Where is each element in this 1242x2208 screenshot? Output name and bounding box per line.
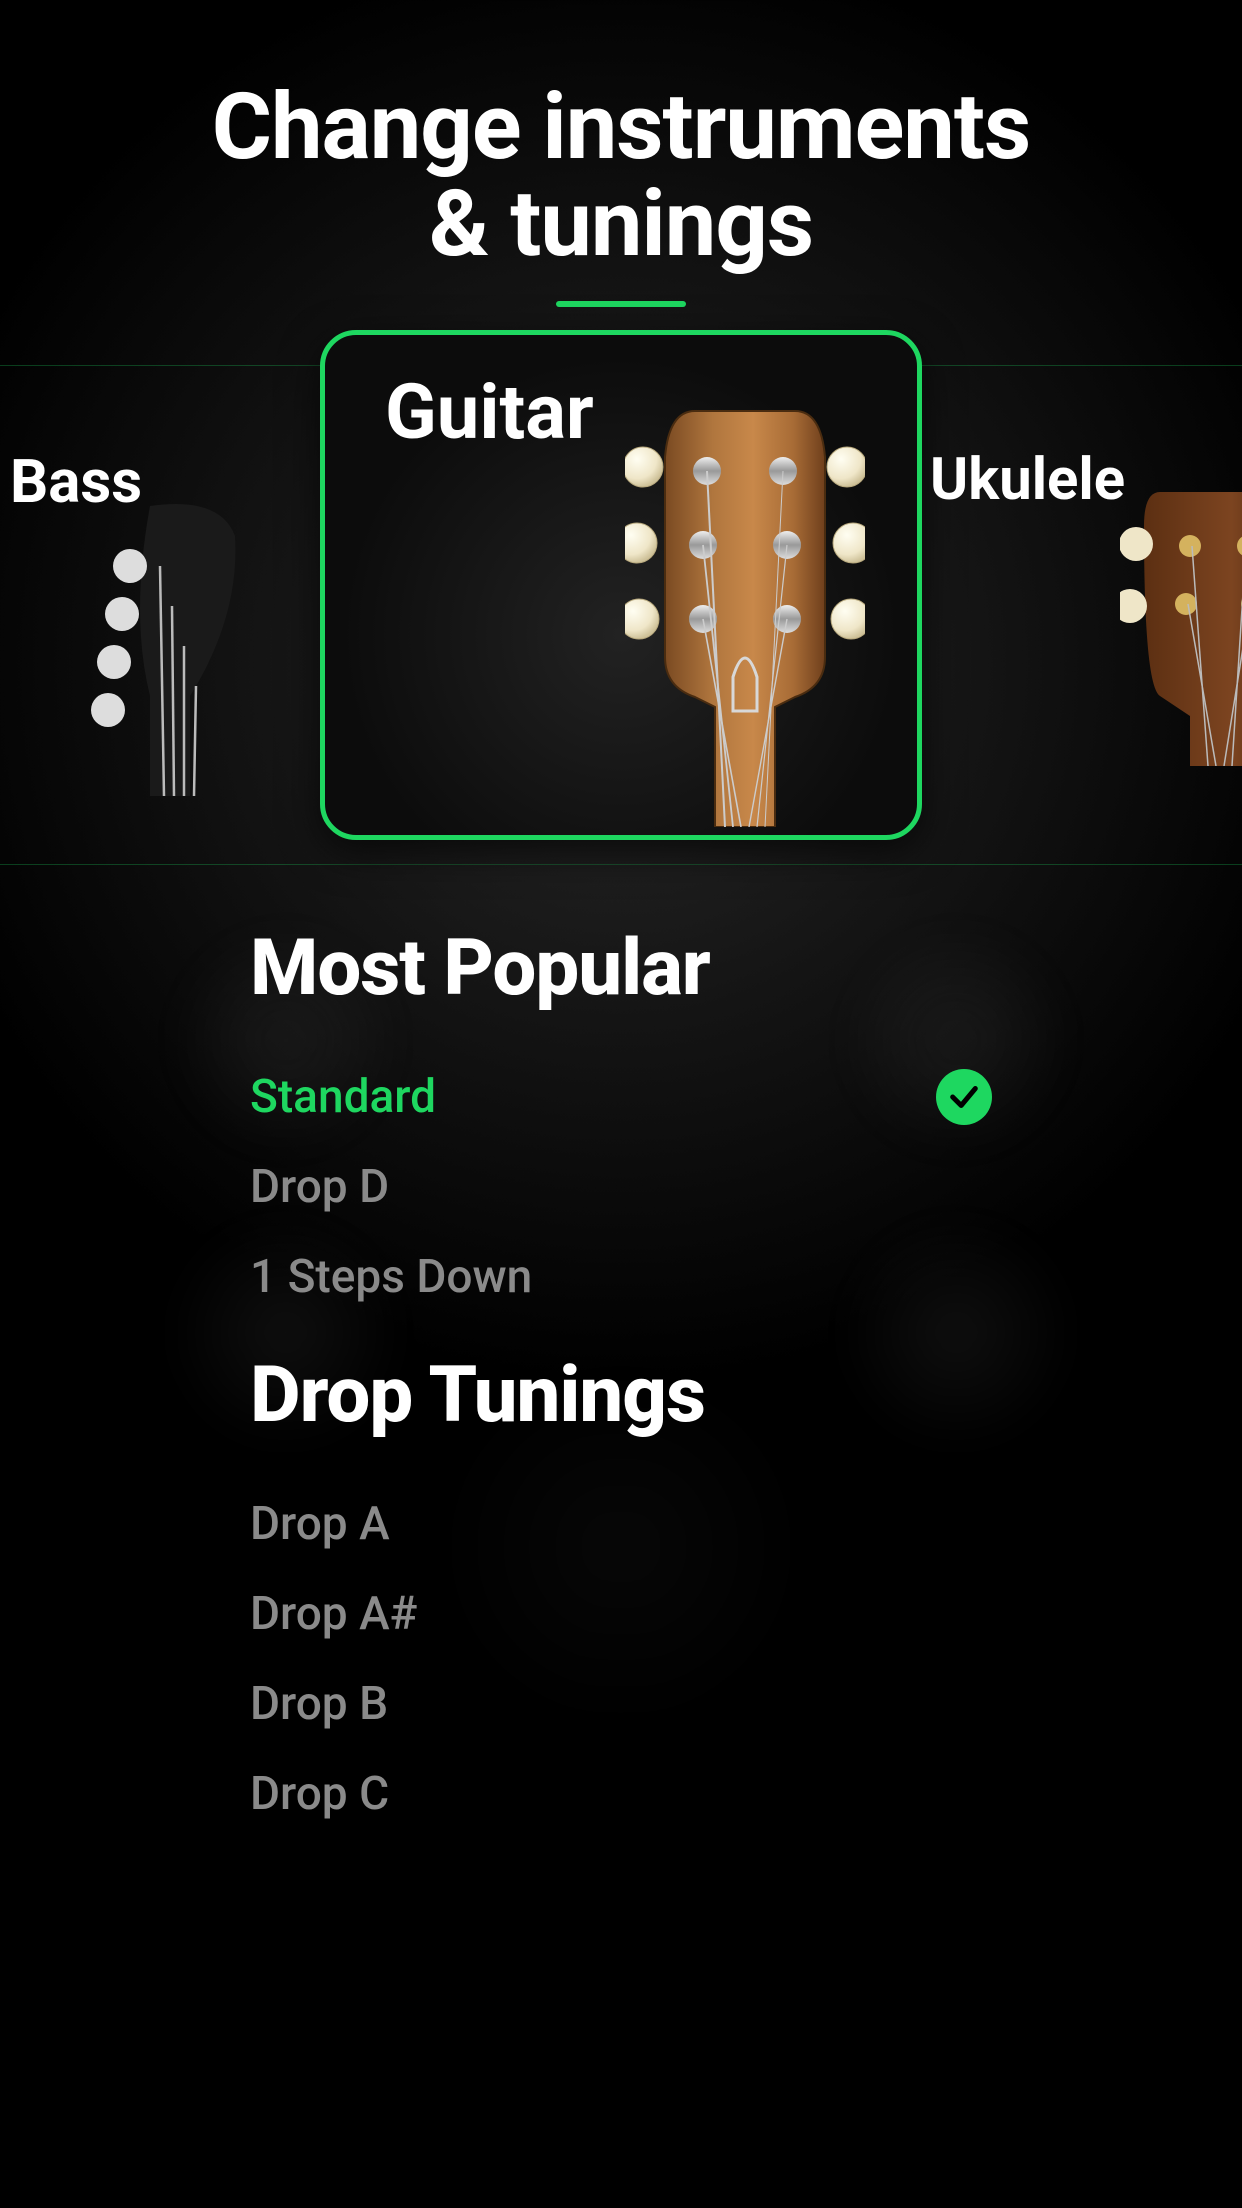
section-title: Drop Tunings xyxy=(250,1350,992,1441)
tuning-row[interactable]: 1 Steps Down xyxy=(250,1232,992,1322)
title-underline xyxy=(556,301,686,307)
tuning-label: Drop D xyxy=(250,1160,389,1214)
instrument-label: Ukulele xyxy=(930,446,1125,514)
tuning-label: Drop A xyxy=(250,1497,390,1551)
checkmark-icon xyxy=(936,1069,992,1125)
bass-headstock-icon xyxy=(90,496,270,800)
instrument-card-bass[interactable]: Bass xyxy=(0,436,350,796)
title-line-2: & tunings xyxy=(429,171,813,278)
tuning-row[interactable]: Drop D xyxy=(250,1142,992,1232)
tuning-row[interactable]: Drop A# xyxy=(250,1569,992,1659)
instrument-carousel[interactable]: Bass Guitar xyxy=(0,365,1242,865)
title-line-1: Change instruments xyxy=(212,74,1031,181)
tuning-row[interactable]: Drop A xyxy=(250,1479,992,1569)
instrument-card-ukulele[interactable]: Ukulele xyxy=(930,436,1242,796)
tunings-list: Most Popular Standard Drop D 1 Steps Down Dr… xyxy=(0,865,1242,1839)
tuning-row[interactable]: Drop B xyxy=(250,1659,992,1749)
tuning-label: 1 Steps Down xyxy=(250,1250,532,1304)
section-title: Most Popular xyxy=(250,923,992,1014)
guitar-headstock-icon xyxy=(625,407,865,831)
instrument-card-guitar[interactable]: Guitar xyxy=(320,330,922,840)
carousel-track: Bass Guitar xyxy=(0,366,1242,864)
tuning-label: Drop A# xyxy=(250,1587,417,1641)
ukulele-headstock-icon xyxy=(1120,486,1242,770)
tuning-label: Drop B xyxy=(250,1677,388,1731)
tuning-row[interactable]: Drop C xyxy=(250,1749,992,1839)
tuning-row[interactable]: Standard xyxy=(250,1052,992,1142)
tuning-label: Standard xyxy=(250,1070,436,1124)
header: Change instruments & tunings xyxy=(0,0,1242,307)
page-title: Change instruments & tunings xyxy=(0,80,1242,273)
instrument-label: Guitar xyxy=(385,367,594,457)
tuning-label: Drop C xyxy=(250,1767,389,1821)
